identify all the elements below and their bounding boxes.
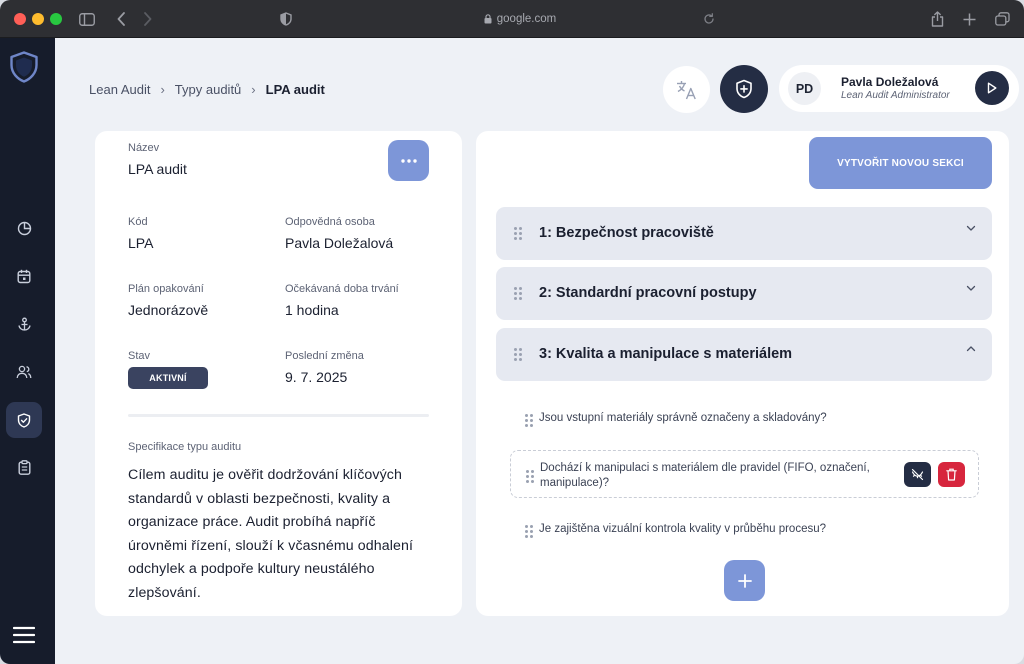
chevron-down-icon[interactable] bbox=[966, 223, 976, 233]
drag-handle-icon[interactable] bbox=[525, 525, 533, 538]
translate-button[interactable] bbox=[663, 66, 710, 113]
question-item[interactable]: Jsou vstupní materiály správně označeny … bbox=[510, 408, 979, 430]
clipboard-icon bbox=[18, 459, 31, 475]
admin-shield-button[interactable] bbox=[720, 65, 768, 113]
minimize-window-button[interactable] bbox=[32, 13, 44, 25]
address-bar[interactable]: google.com bbox=[430, 9, 610, 29]
shield-check-icon bbox=[17, 412, 31, 428]
drag-handle-icon[interactable] bbox=[514, 227, 522, 240]
user-name: Pavla Doležalová bbox=[841, 75, 939, 89]
lock-icon bbox=[484, 14, 492, 24]
drag-handle-icon[interactable] bbox=[525, 414, 533, 427]
last-change-value: 9. 7. 2025 bbox=[285, 369, 348, 385]
drag-handle-icon[interactable] bbox=[514, 348, 522, 361]
breadcrumb-current: LPA audit bbox=[265, 81, 325, 97]
status-badge: AKTIVNÍ bbox=[128, 367, 208, 389]
eye-off-icon bbox=[911, 468, 924, 481]
breadcrumb-separator-icon: › bbox=[251, 81, 256, 97]
last-change-label: Poslední změna bbox=[285, 350, 364, 362]
anchor-icon bbox=[17, 317, 31, 331]
privacy-shield-icon[interactable] bbox=[279, 9, 293, 29]
add-question-button[interactable] bbox=[724, 560, 765, 601]
repeat-label: Plán opakování bbox=[128, 283, 204, 295]
user-menu-button[interactable] bbox=[975, 71, 1009, 105]
sidebar-item-users[interactable] bbox=[6, 354, 42, 390]
app-window: google.com Lean Audit › Typy auditů › LP… bbox=[0, 0, 1024, 664]
hamburger-menu-icon[interactable] bbox=[12, 626, 36, 644]
specification-label: Specifikace typu auditu bbox=[128, 441, 242, 453]
translate-icon bbox=[676, 80, 696, 99]
sidebar-item-calendar[interactable] bbox=[6, 258, 42, 294]
audit-type-detail-card: Název LPA audit Kód LPA Odpovědná osoba … bbox=[95, 131, 462, 616]
toggle-visibility-button[interactable] bbox=[904, 462, 931, 487]
section-title: 2: Standardní pracovní postupy bbox=[539, 285, 757, 301]
reload-icon[interactable] bbox=[702, 9, 716, 29]
play-icon bbox=[987, 82, 997, 94]
close-window-button[interactable] bbox=[14, 13, 26, 25]
code-value: LPA bbox=[128, 235, 154, 251]
question-text: Jsou vstupní materiály správně označeny … bbox=[539, 412, 827, 424]
pie-chart-icon bbox=[17, 221, 31, 235]
chevron-down-icon[interactable] bbox=[966, 283, 976, 293]
sidebar bbox=[0, 38, 55, 664]
sidebar-item-checklists[interactable] bbox=[6, 449, 42, 485]
breadcrumb: Lean Audit › Typy auditů › LPA audit bbox=[89, 80, 325, 98]
breadcrumb-audit-types[interactable]: Typy auditů bbox=[175, 82, 242, 97]
sidebar-item-audit-types[interactable] bbox=[6, 402, 42, 438]
sections-card: VYTVOŘIT NOVOU SEKCI 1: Bezpečnost praco… bbox=[476, 131, 1009, 616]
maximize-window-button[interactable] bbox=[50, 13, 62, 25]
status-label: Stav bbox=[128, 350, 151, 362]
logo-shield-icon[interactable] bbox=[9, 51, 39, 83]
sidebar-item-processes[interactable] bbox=[6, 306, 42, 342]
drag-handle-icon[interactable] bbox=[514, 287, 522, 300]
section-item[interactable]: 1: Bezpečnost pracoviště bbox=[496, 207, 992, 260]
owner-value: Pavla Doležalová bbox=[285, 235, 394, 251]
drag-handle-icon[interactable] bbox=[526, 470, 534, 483]
calendar-icon bbox=[17, 269, 31, 283]
section-item[interactable]: 3: Kvalita a manipulace s materiálem bbox=[496, 328, 992, 381]
more-options-button[interactable] bbox=[388, 140, 429, 181]
duration-label: Očekávaná doba trvání bbox=[285, 283, 399, 295]
section-item[interactable]: 2: Standardní pracovní postupy bbox=[496, 267, 992, 320]
plus-icon bbox=[737, 573, 752, 588]
chevron-up-icon[interactable] bbox=[966, 344, 976, 354]
section-title: 3: Kvalita a manipulace s materiálem bbox=[539, 346, 793, 362]
create-section-button[interactable]: VYTVOŘIT NOVOU SEKCI bbox=[809, 137, 992, 189]
back-icon[interactable] bbox=[115, 9, 127, 29]
repeat-value: Jednorázově bbox=[128, 302, 209, 318]
shield-plus-icon bbox=[736, 79, 752, 99]
avatar: PD bbox=[788, 72, 821, 105]
user-role: Lean Audit Administrator bbox=[841, 90, 950, 101]
question-item[interactable]: Dochází k manipulaci s materiálem dle pr… bbox=[510, 450, 979, 498]
question-text: Dochází k manipulaci s materiálem dle pr… bbox=[540, 462, 870, 489]
owner-label: Odpovědná osoba bbox=[285, 216, 375, 228]
name-value: LPA audit bbox=[128, 161, 187, 177]
delete-question-button[interactable] bbox=[938, 462, 965, 487]
breadcrumb-lean-audit[interactable]: Lean Audit bbox=[89, 82, 150, 97]
code-label: Kód bbox=[128, 216, 148, 228]
address-text: google.com bbox=[496, 13, 557, 25]
question-item[interactable]: Je zajištěna vizuální kontrola kvality v… bbox=[510, 519, 979, 541]
share-icon[interactable] bbox=[929, 9, 945, 29]
users-icon bbox=[16, 365, 32, 379]
new-tab-icon[interactable] bbox=[962, 9, 976, 29]
name-label: Název bbox=[128, 142, 160, 154]
divider bbox=[128, 414, 429, 417]
sidebar-toggle-icon[interactable] bbox=[78, 9, 96, 29]
section-title: 1: Bezpečnost pracoviště bbox=[539, 225, 714, 241]
specification-text: Cílem auditu je ověřit dodržování klíčov… bbox=[128, 467, 414, 601]
duration-value: 1 hodina bbox=[285, 302, 339, 318]
more-dots-icon bbox=[400, 158, 417, 163]
browser-toolbar: google.com bbox=[0, 0, 1024, 38]
breadcrumb-separator-icon: › bbox=[160, 81, 165, 97]
tab-overview-icon[interactable] bbox=[994, 9, 1010, 29]
question-text: Je zajištěna vizuální kontrola kvality v… bbox=[539, 523, 827, 535]
user-profile[interactable]: PD Pavla Doležalová Lean Audit Administr… bbox=[779, 65, 1019, 112]
sidebar-item-dashboard[interactable] bbox=[6, 210, 42, 246]
forward-icon[interactable] bbox=[141, 9, 153, 29]
trash-icon bbox=[946, 468, 957, 481]
